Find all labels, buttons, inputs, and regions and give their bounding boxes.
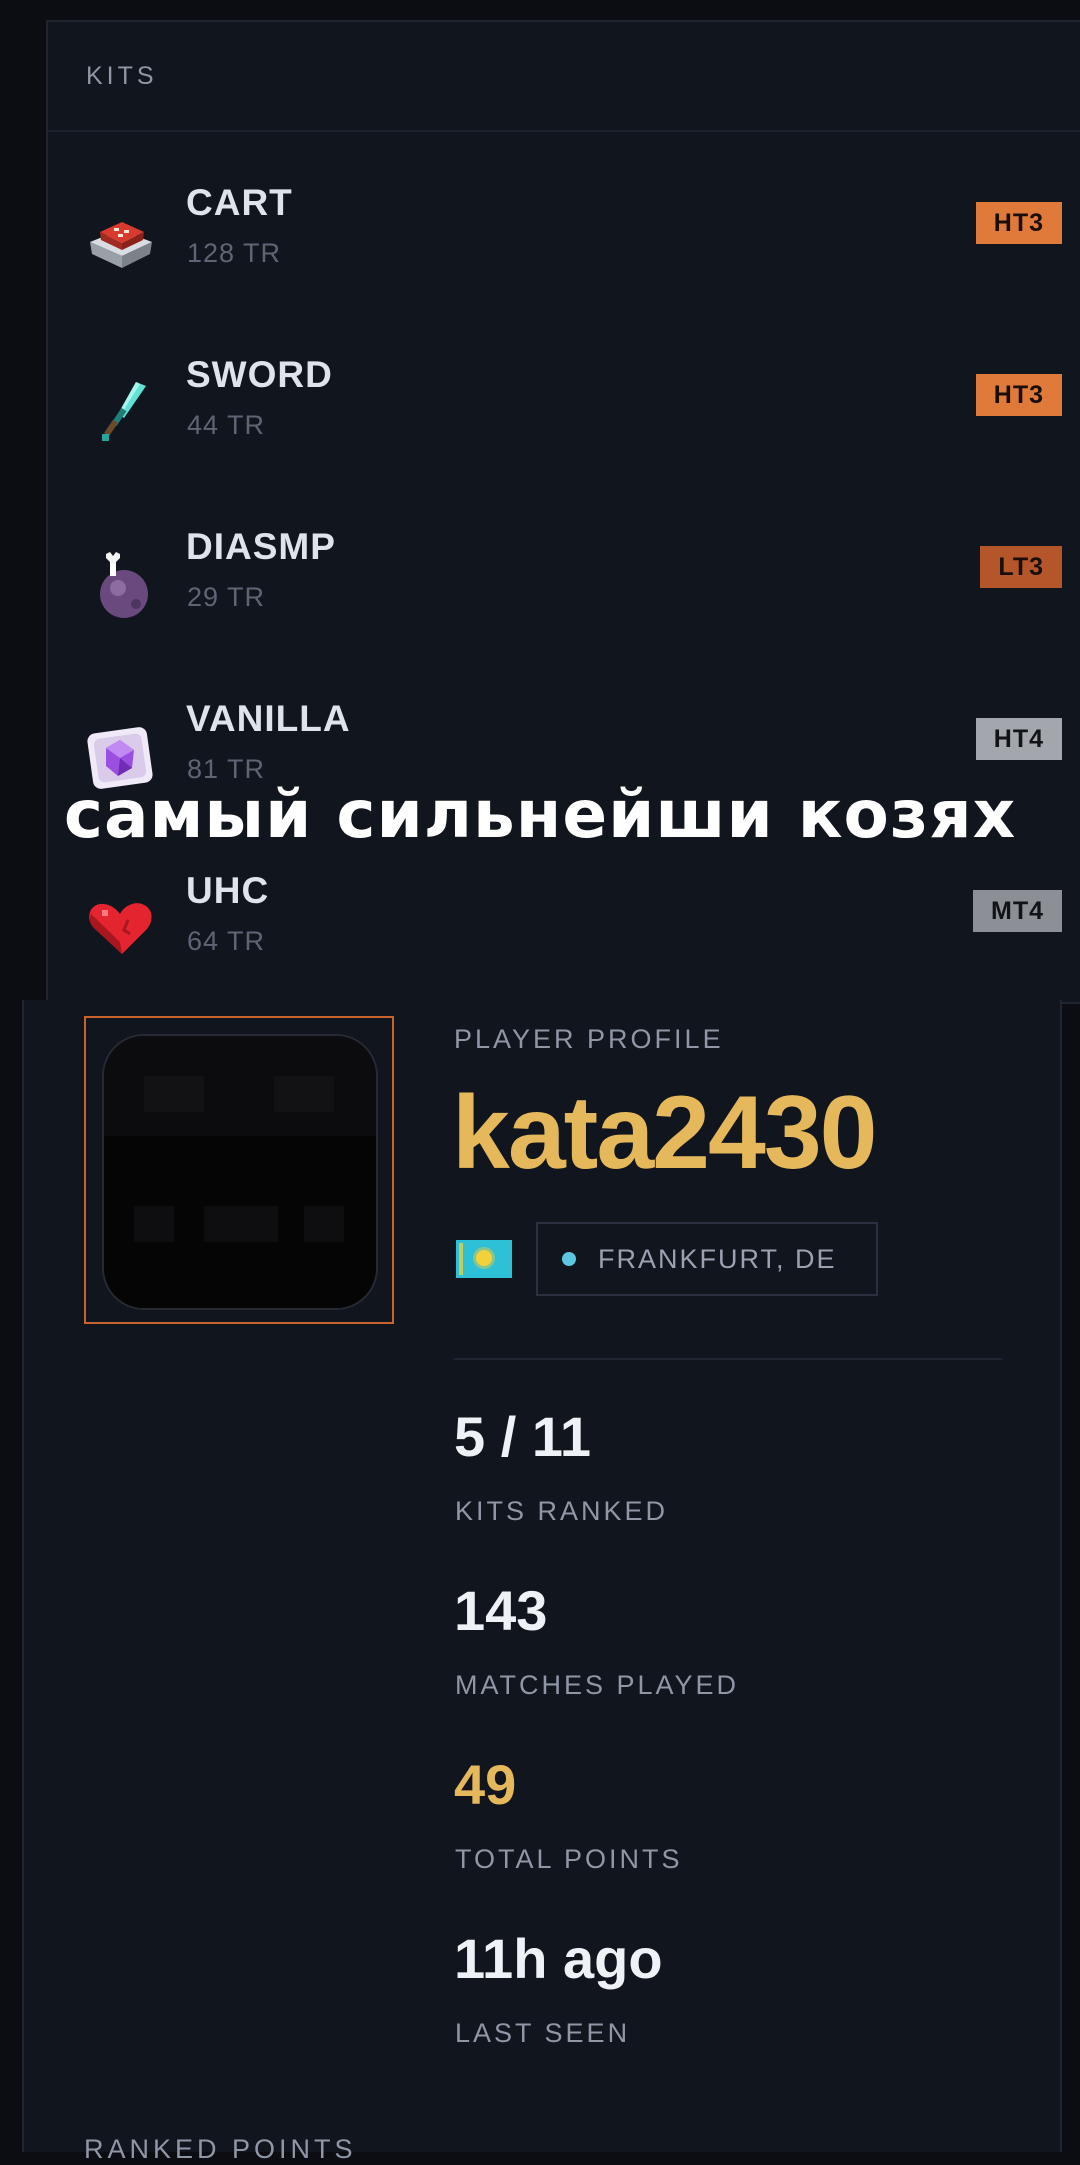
player-username: kata2430 (452, 1075, 878, 1191)
minecart-tnt-icon (84, 202, 158, 276)
tier-badge: MT4 (973, 890, 1062, 932)
stat-matches-played-value: 143 (454, 1579, 548, 1642)
avatar (102, 1034, 378, 1310)
kit-row-diasmp[interactable]: DIASMP 29 TR LT3 (48, 526, 1062, 646)
divider (454, 1358, 1002, 1360)
stat-total-points-value: 49 (454, 1753, 517, 1816)
kit-row-cart[interactable]: CART 128 TR HT3 (48, 182, 1062, 302)
kit-row-uhc[interactable]: UHC 64 TR MT4 (48, 870, 1062, 990)
kits-panel: KITS CART 128 TR HT3 SWORD 44 TR HT3 DIA… (46, 20, 1080, 1004)
location-badge: FRANKFURT, DE (536, 1222, 878, 1296)
stat-kits-ranked-value: 5 / 11 (454, 1405, 592, 1468)
kit-name: VANILLA (186, 698, 351, 739)
kits-header: KITS (48, 22, 1080, 132)
overlay-caption: самый сильнейши козях (63, 776, 1017, 853)
stat-kits-ranked-label: KITS RANKED (455, 1496, 669, 1526)
tier-badge: HT3 (975, 202, 1062, 244)
stat-last-seen-label: LAST SEEN (455, 2018, 631, 2048)
kit-name: DIASMP (186, 526, 336, 567)
diamond-sword-icon (84, 374, 158, 448)
kit-rating: 64 TR (187, 926, 266, 956)
player-profile-panel: PLAYER PROFILE kata2430 FRANKFURT, DE 5 … (22, 1000, 1062, 2164)
potion-icon (84, 546, 158, 620)
stat-last-seen-value: 11h ago (454, 1927, 663, 1990)
kit-row-sword[interactable]: SWORD 44 TR HT3 (48, 354, 1062, 474)
heart-icon (84, 890, 158, 964)
ranked-points-label: RANKED POINTS (84, 2134, 357, 2164)
stat-matches-played-label: MATCHES PLAYED (455, 1670, 740, 1700)
kazakhstan-flag-icon (456, 1240, 512, 1278)
location-text: FRANKFURT, DE (598, 1243, 837, 1274)
kit-name: CART (186, 182, 293, 223)
status-dot-icon (562, 1252, 576, 1266)
tier-badge: HT4 (975, 718, 1062, 760)
kit-rating: 128 TR (187, 238, 282, 268)
tier-badge: LT3 (980, 546, 1062, 588)
avatar-frame (84, 1016, 394, 1324)
kit-name: SWORD (186, 354, 333, 395)
stat-total-points-label: TOTAL POINTS (455, 1844, 683, 1874)
profile-section-label: PLAYER PROFILE (454, 1024, 724, 1054)
kit-rating: 29 TR (187, 582, 266, 612)
kit-rating: 44 TR (187, 410, 266, 440)
kit-name: UHC (186, 870, 270, 911)
tier-badge: HT3 (975, 374, 1062, 416)
